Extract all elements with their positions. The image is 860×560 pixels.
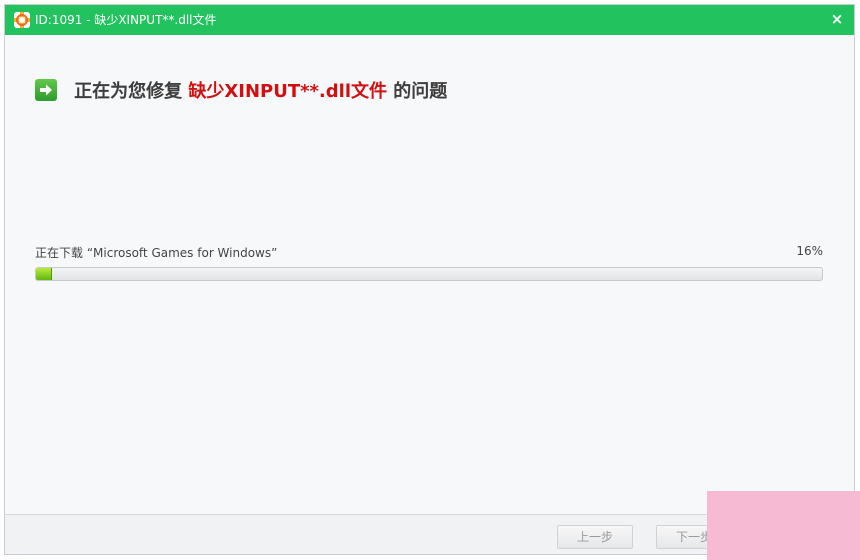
- heading-suffix: 的问题: [393, 81, 448, 102]
- page-heading: 正在为您修复 缺少XINPUT**.dll文件 的问题: [35, 77, 447, 103]
- progress-percent: 16%: [796, 244, 823, 258]
- previous-step-button[interactable]: 上一步: [557, 525, 633, 549]
- pink-overlay-block: [707, 491, 860, 560]
- app-logo-icon: [14, 12, 30, 28]
- window-title: ID:1091 - 缺少XINPUT**.dll文件: [35, 13, 217, 27]
- heading-prefix: 正在为您修复: [74, 81, 183, 102]
- progress-bar: [35, 267, 823, 281]
- progress-bar-fill: [36, 268, 52, 280]
- heading-text: 正在为您修复 缺少XINPUT**.dll文件 的问题: [74, 77, 447, 103]
- title-bar[interactable]: ID:1091 - 缺少XINPUT**.dll文件 ×: [5, 5, 854, 35]
- arrow-right-icon: [35, 79, 57, 101]
- download-status-label: 正在下载 “Microsoft Games for Windows”: [35, 246, 278, 260]
- repair-dialog: ID:1091 - 缺少XINPUT**.dll文件 × 正在为您修复 缺少XI…: [4, 4, 855, 555]
- close-icon[interactable]: ×: [828, 9, 846, 29]
- heading-problem-name: 缺少XINPUT**.dll文件: [188, 81, 387, 102]
